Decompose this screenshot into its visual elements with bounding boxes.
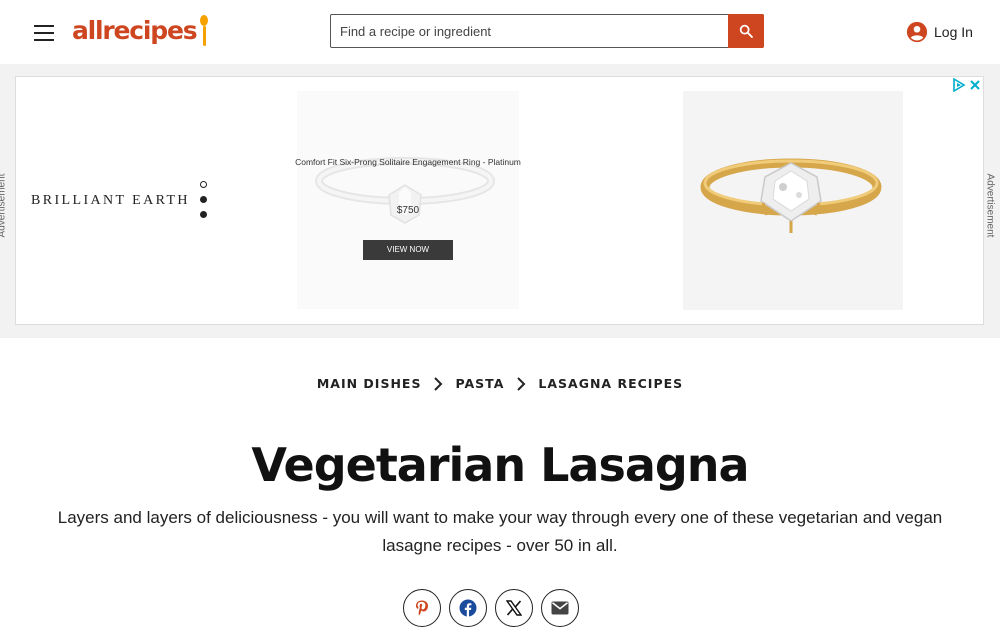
advertisement-label-right: Advertisement xyxy=(984,173,996,238)
ad-choices[interactable] xyxy=(952,78,981,92)
pinterest-icon xyxy=(416,600,428,616)
share-pinterest-button[interactable] xyxy=(403,589,441,627)
logo-text: allrecipes xyxy=(72,16,198,45)
search-bar xyxy=(330,14,764,48)
close-ad-icon[interactable] xyxy=(969,79,981,91)
platinum-ring-image xyxy=(315,157,495,224)
facebook-icon xyxy=(459,599,477,617)
carousel-dot[interactable] xyxy=(200,211,207,218)
ad-banner[interactable]: BRILLIANT EARTH Comfort Fit Six-Prong So… xyxy=(15,76,984,325)
search-button[interactable] xyxy=(728,14,764,48)
view-now-button[interactable]: VIEW NOW xyxy=(363,240,453,260)
ad-product-title: Comfort Fit Six-Prong Solitaire Engageme… xyxy=(295,157,521,167)
ad-choices-icon[interactable] xyxy=(952,78,966,92)
page-description: Layers and layers of deliciousness - you… xyxy=(57,508,943,555)
chevron-right-icon xyxy=(516,376,526,391)
share-x-button[interactable] xyxy=(495,589,533,627)
carousel-dot[interactable] xyxy=(200,196,207,203)
chevron-right-icon xyxy=(433,376,443,391)
x-icon xyxy=(506,600,522,616)
breadcrumb-lasagna-recipes[interactable]: LASAGNA RECIPES xyxy=(538,376,683,391)
breadcrumb: MAIN DISHES PASTA LASAGNA RECIPES xyxy=(0,376,1000,391)
ad-product-price: $750 xyxy=(396,205,420,216)
search-input[interactable] xyxy=(331,15,729,47)
share-email-button[interactable] xyxy=(541,589,579,627)
email-icon xyxy=(551,601,569,615)
spoon-icon xyxy=(198,14,210,48)
carousel-dot[interactable] xyxy=(200,181,207,188)
breadcrumb-main-dishes[interactable]: MAIN DISHES xyxy=(317,376,422,391)
account-icon xyxy=(906,21,928,43)
menu-icon[interactable] xyxy=(31,20,57,44)
advertisement-label-left: Advertisement xyxy=(0,173,8,238)
site-header: allrecipes Log In xyxy=(0,0,1000,64)
gold-ring-image xyxy=(683,91,903,310)
login-label: Log In xyxy=(934,24,973,40)
ad-carousel-dots[interactable] xyxy=(200,181,210,226)
ad-product-card[interactable]: Comfort Fit Six-Prong Solitaire Engageme… xyxy=(295,91,521,309)
ad-brand-name: BRILLIANT EARTH xyxy=(31,193,190,208)
advertisement-band: Advertisement Advertisement BRILLIANT EA… xyxy=(0,64,1000,338)
login-button[interactable]: Log In xyxy=(906,21,973,43)
share-bar xyxy=(403,589,579,627)
breadcrumb-pasta[interactable]: PASTA xyxy=(455,376,504,391)
search-icon xyxy=(739,24,753,38)
page-title: Vegetarian Lasagna xyxy=(251,438,749,492)
allrecipes-logo[interactable]: allrecipes xyxy=(72,14,210,50)
share-facebook-button[interactable] xyxy=(449,589,487,627)
